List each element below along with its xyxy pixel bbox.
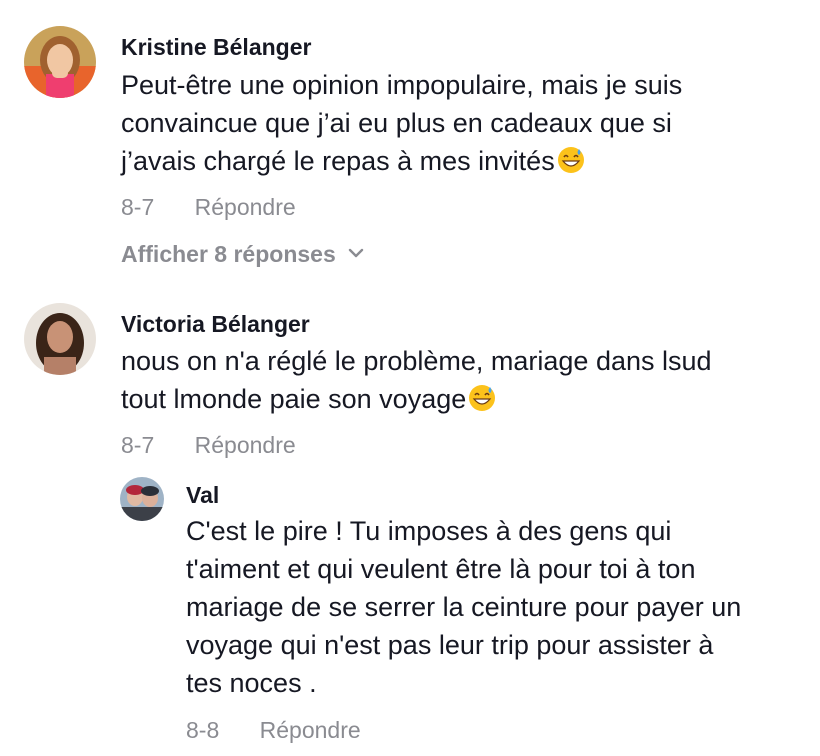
grinning-sweat-emoji	[468, 384, 496, 412]
avatar[interactable]	[24, 26, 96, 98]
grinning-sweat-emoji	[557, 146, 585, 174]
comment-meta: 8-7 Répondre	[121, 432, 296, 459]
reply-button[interactable]: Répondre	[260, 717, 361, 743]
comment-text-line: t'aiment et qui veulent être là pour toi…	[186, 554, 696, 584]
comment-author[interactable]: Victoria Bélanger	[121, 311, 310, 338]
comment-date: 8-8	[186, 717, 220, 743]
comment-text-line: C'est le pire ! Tu imposes à des gens qu…	[186, 516, 672, 546]
comment-meta: 8-7 Répondre	[121, 194, 296, 221]
comment-text: C'est le pire ! Tu imposes à des gens qu…	[186, 512, 741, 702]
view-replies-label: Afficher 8 réponses	[121, 241, 336, 267]
comment-text-line: convaincue que j’ai eu plus en cadeaux q…	[121, 108, 672, 138]
comment-text: nous on n'a réglé le problème, mariage d…	[121, 342, 712, 418]
reply-button[interactable]: Répondre	[195, 432, 296, 458]
comment-text-line: mariage de se serrer la ceinture pour pa…	[186, 592, 742, 622]
comment-date: 8-7	[121, 194, 155, 220]
comment-text-line: tout lmonde paie son voyage	[121, 384, 467, 414]
comment-text-line: Peut-être une opinion impopulaire, mais …	[121, 70, 683, 100]
avatar[interactable]	[120, 477, 164, 521]
comment-text-line: tes noces .	[186, 668, 317, 698]
comment-text: Peut-être une opinion impopulaire, mais …	[121, 66, 682, 180]
reply-button[interactable]: Répondre	[195, 194, 296, 220]
chevron-down-icon	[348, 240, 364, 258]
comment-date: 8-7	[121, 432, 155, 458]
comment-text-line: j’avais chargé le repas à mes invités	[121, 146, 555, 176]
comment-meta: 8-8 Répondre	[186, 717, 361, 744]
comment-text-line: voyage qui n'est pas leur trip pour assi…	[186, 630, 714, 660]
comment-text-line: nous on n'a réglé le problème, mariage d…	[121, 346, 712, 376]
avatar[interactable]	[24, 303, 96, 375]
comment-author[interactable]: Kristine Bélanger	[121, 34, 311, 61]
comment-author[interactable]: Val	[186, 482, 219, 509]
view-replies-button[interactable]: Afficher 8 réponses	[121, 240, 364, 268]
